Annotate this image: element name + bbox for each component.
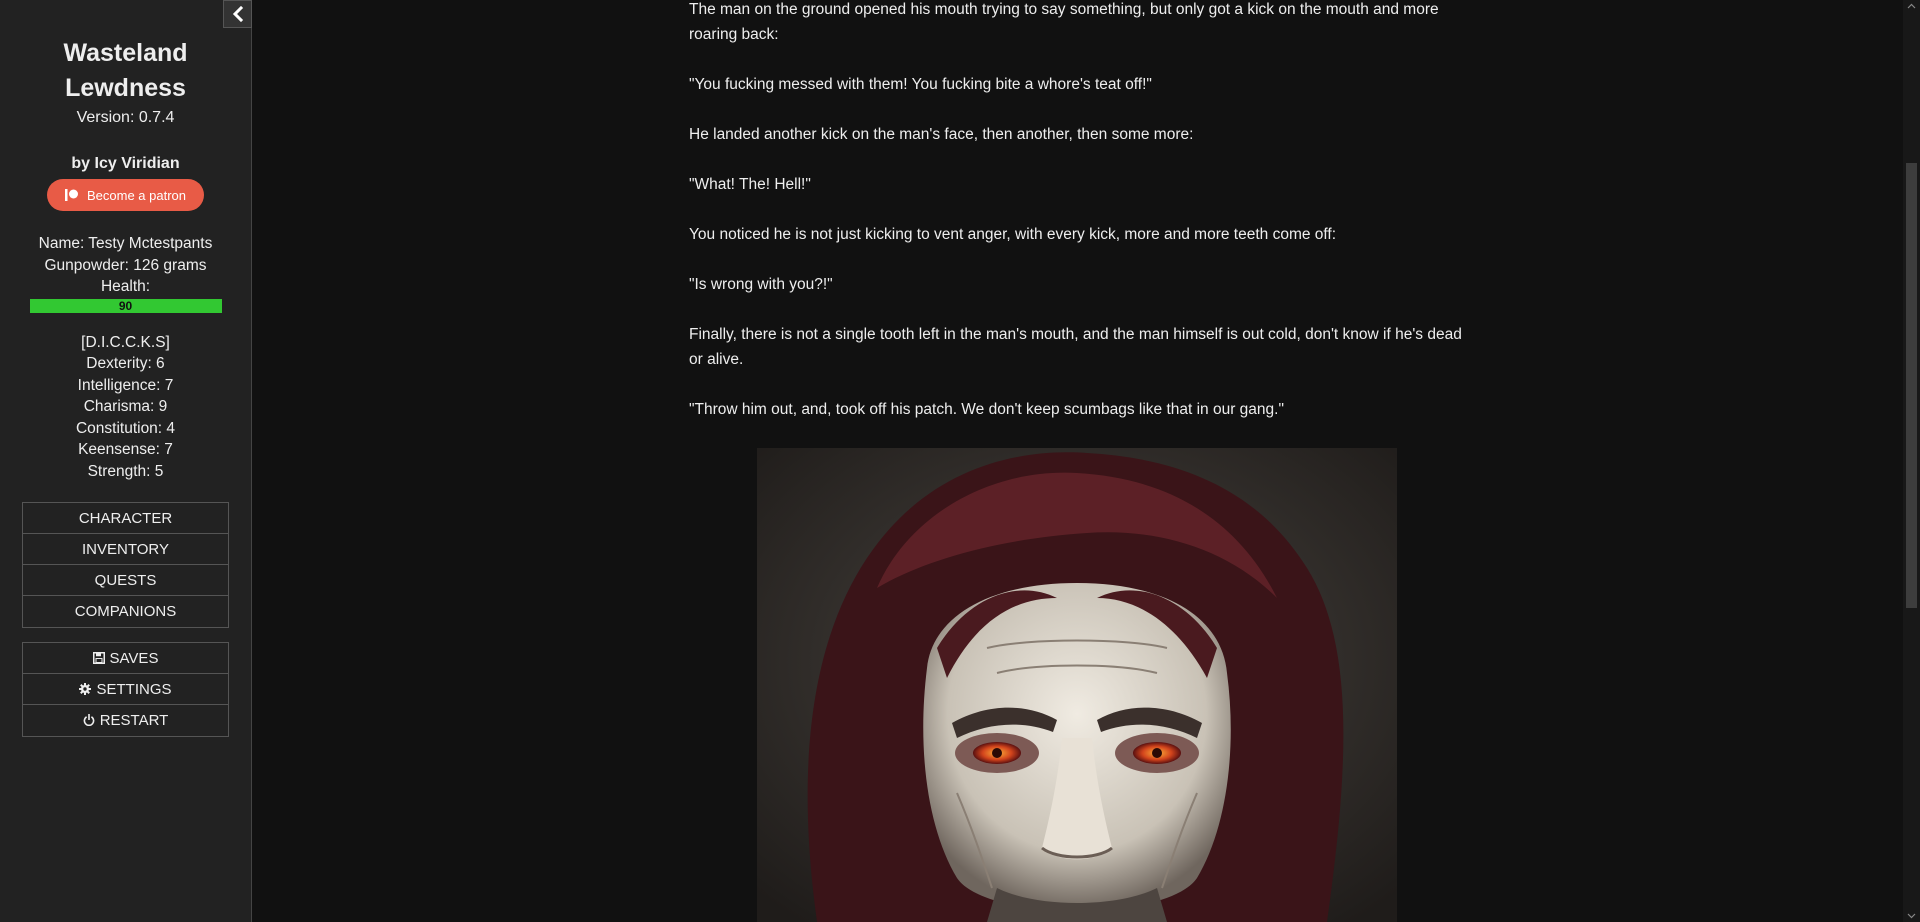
restart-button[interactable]: RESTART [23, 705, 228, 736]
restart-label: RESTART [99, 712, 169, 729]
menu-quests-button[interactable]: QUESTS [23, 565, 228, 596]
attribute-charisma: Charisma: 9 [83, 398, 168, 415]
game-version: Version: 0.7.4 [76, 109, 175, 126]
menu-companions-button[interactable]: COMPANIONS [23, 596, 228, 627]
attribute-strength: Strength: 5 [87, 462, 164, 480]
health-bar: 90 [29, 298, 222, 313]
menu-character-button[interactable]: CHARACTER [23, 503, 228, 534]
system-menu: SAVES SETTINGS RESTART [22, 642, 229, 737]
passage-paragraph: "What! The! Hell!" [689, 176, 811, 193]
character-portrait-image [757, 448, 1397, 922]
attribute-intelligence: Intelligence: 7 [77, 376, 174, 394]
health-value: 90 [118, 298, 133, 313]
passage-paragraph: The man on the ground opened his mouth t… [689, 1, 1439, 43]
saves-button[interactable]: SAVES [23, 643, 228, 674]
become-patron-button[interactable]: Become a patron [46, 179, 204, 211]
game-menu: CHARACTER INVENTORY QUESTS COMPANIONS [22, 502, 229, 628]
gunpowder-amount: Gunpowder: 126 grams [44, 256, 207, 274]
scroll-up-arrow-icon[interactable] [1907, 2, 1916, 11]
menu-inventory-button[interactable]: INVENTORY [23, 534, 228, 565]
health-label: Health: [100, 278, 151, 295]
saves-label: SAVES [109, 650, 159, 667]
attribute-constitution: Constitution: 4 [75, 419, 176, 437]
passage-paragraph: You noticed he is not just kicking to ve… [689, 226, 1337, 243]
attribute-dexterity: Dexterity: 6 [86, 355, 165, 372]
passage-paragraph: "Is wrong with you?!" [689, 276, 833, 293]
become-patron-label: Become a patron [86, 187, 186, 203]
floppy-disk-icon [92, 652, 105, 664]
sidebar: Wasteland Lewdness Version: 0.7.4 by Icy… [0, 0, 252, 922]
game-title: Wasteland Lewdness [63, 39, 188, 102]
attributes-header: [D.I.C.C.K.S] [81, 333, 170, 351]
passage-paragraph: "Throw him out, and, took off his patch.… [689, 401, 1284, 418]
player-stats: Name: Testy Mctestpants Gunpowder: 126 g… [0, 233, 251, 313]
game-author: by Icy Viridian [71, 155, 180, 172]
story-passage: The man on the ground opened his mouth t… [689, 0, 1467, 447]
patreon-icon [64, 189, 78, 201]
settings-button[interactable]: SETTINGS [23, 674, 228, 705]
attribute-list: [D.I.C.C.K.S] Dexterity: 6 Intelligence:… [0, 332, 251, 483]
passage-paragraph: "You fucking messed with them! You fucki… [689, 76, 1152, 93]
page-scrollbar[interactable] [1903, 0, 1920, 922]
scroll-down-arrow-icon[interactable] [1907, 911, 1916, 920]
player-name: Name: Testy Mctestpants [38, 235, 213, 252]
gear-icon [79, 683, 92, 695]
scrollbar-thumb[interactable] [1906, 163, 1917, 608]
attribute-keensense: Keensense: 7 [78, 441, 173, 458]
passage-paragraph: Finally, there is not a single tooth lef… [689, 326, 1462, 368]
settings-label: SETTINGS [96, 681, 172, 698]
sidebar-collapse-button[interactable] [223, 0, 252, 28]
passage-paragraph: He landed another kick on the man's face… [689, 126, 1194, 143]
power-icon [83, 714, 95, 727]
chevron-left-icon [232, 6, 243, 22]
